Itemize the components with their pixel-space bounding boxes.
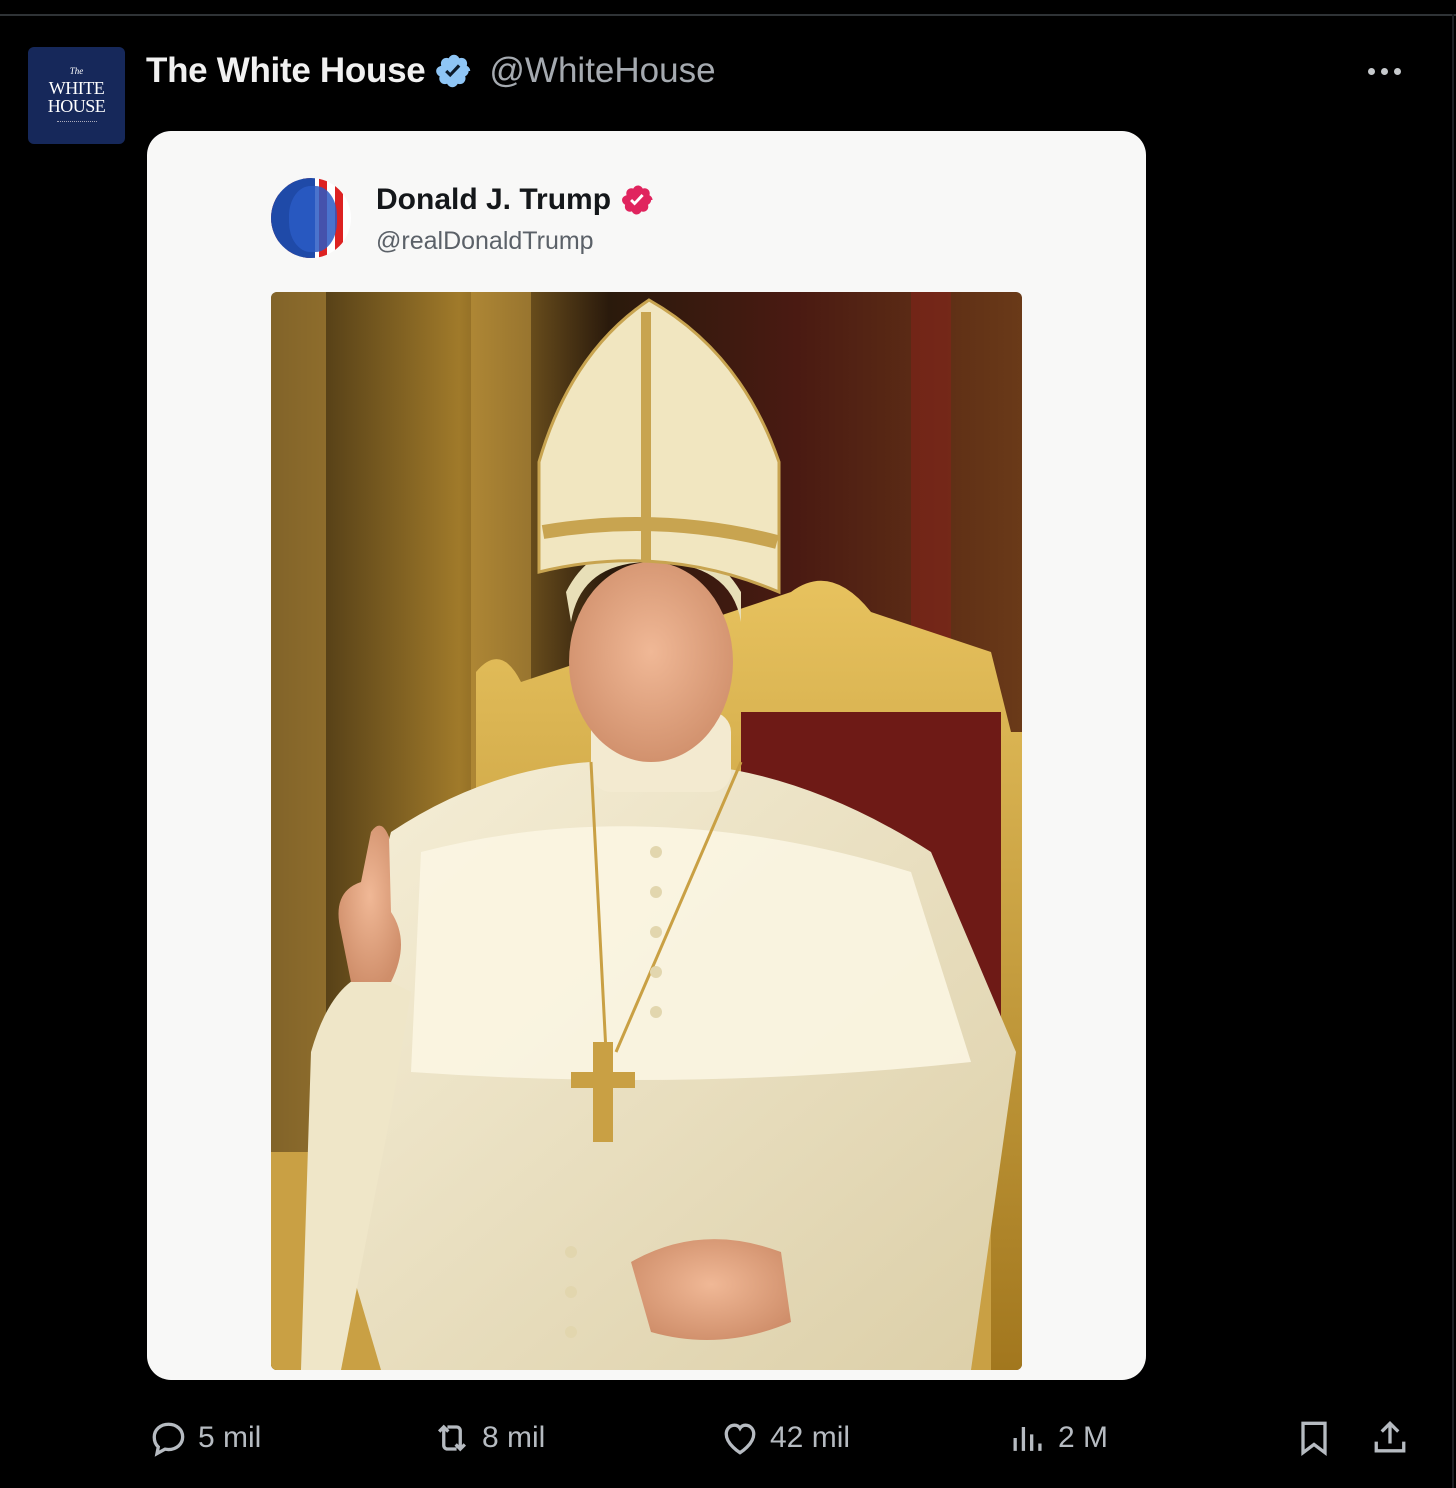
avatar-text-white: WHITE	[48, 78, 105, 98]
reply-button[interactable]: 5 mil	[146, 1410, 261, 1466]
author-display-name[interactable]: The White House	[146, 51, 426, 91]
right-divider	[1452, 14, 1454, 1488]
reply-icon	[152, 1422, 185, 1457]
heart-icon	[724, 1423, 756, 1455]
verified-badge-icon	[622, 185, 653, 215]
top-divider	[0, 14, 1456, 16]
quoted-author-name[interactable]: Donald J. Trump	[376, 183, 611, 217]
like-button[interactable]: 42 mil	[718, 1410, 850, 1466]
avatar-text-the: The	[69, 66, 84, 76]
author-handle[interactable]: @WhiteHouse	[489, 51, 715, 91]
more-options-icon[interactable]	[1368, 60, 1412, 82]
embedded-post-card[interactable]: Donald J. Trump @realDonaldTrump	[147, 131, 1146, 1380]
views-chart-icon	[1013, 1427, 1042, 1451]
face	[569, 562, 733, 762]
bookmark-button[interactable]	[1292, 1410, 1336, 1466]
like-count: 42 mil	[770, 1421, 851, 1454]
avatar-face	[289, 186, 337, 252]
bookmark-icon	[1301, 1421, 1327, 1456]
avatar-decoration	[56, 121, 97, 124]
quoted-author-avatar[interactable]	[271, 178, 351, 258]
repost-button[interactable]: 8 mil	[430, 1410, 545, 1466]
quoted-author-row: Donald J. Trump	[376, 183, 655, 217]
cross-horizontal	[571, 1072, 635, 1088]
action-bar: 5 mil 8 mil 42 mil 2 M	[0, 1410, 1456, 1466]
more-dot	[1381, 67, 1388, 75]
views-button[interactable]: 2 M	[1006, 1410, 1108, 1466]
views-count: 2 M	[1058, 1421, 1109, 1454]
pope-portrait-image[interactable]	[271, 292, 1022, 1370]
repost-count: 8 mil	[482, 1421, 546, 1454]
repost-icon	[437, 1424, 467, 1452]
avatar-text-house: HOUSE	[47, 96, 106, 116]
post-header: The White House @WhiteHouse	[146, 48, 716, 94]
more-dot	[1394, 67, 1401, 75]
more-dot	[1368, 67, 1375, 75]
share-icon	[1374, 1420, 1406, 1453]
quoted-author-handle[interactable]: @realDonaldTrump	[376, 227, 594, 256]
cross-vertical	[593, 1042, 613, 1142]
verified-badge-icon[interactable]	[435, 52, 473, 90]
resting-hand	[631, 1239, 791, 1340]
author-avatar[interactable]: The WHITE HOUSE	[28, 47, 125, 144]
share-button[interactable]	[1368, 1410, 1412, 1466]
reply-count: 5 mil	[198, 1421, 262, 1454]
